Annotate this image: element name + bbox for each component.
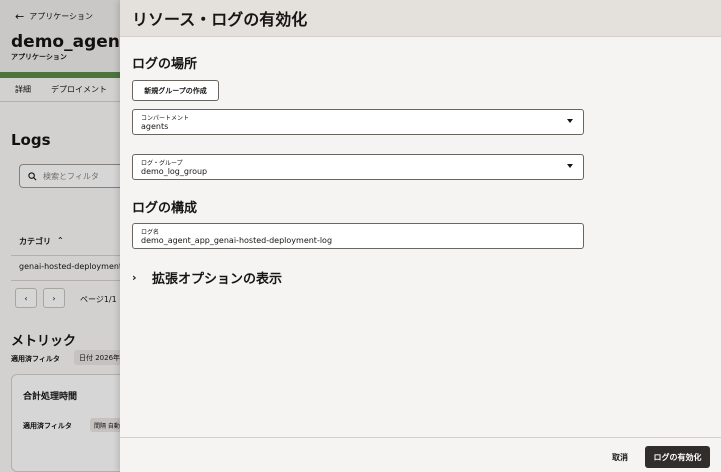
enable-log-drawer: リソース・ログの有効化 ログの場所 新規グループの作成 コンパートメント age…	[120, 0, 721, 472]
cancel-button[interactable]: 取消	[606, 447, 634, 467]
advanced-options-toggle[interactable]: › 拡張オプションの表示	[132, 268, 282, 287]
log-name-value: demo_agent_app_genai-hosted-deployment-l…	[141, 236, 333, 245]
log-group-label: ログ・グループ	[141, 160, 183, 167]
log-group-value: demo_log_group	[141, 167, 208, 176]
caret-down-icon	[567, 164, 573, 168]
caret-down-icon	[567, 119, 573, 123]
compartment-value: agents	[141, 122, 169, 131]
drawer-header: リソース・ログの有効化	[120, 0, 721, 37]
advanced-options-label: 拡張オプションの表示	[152, 272, 283, 287]
log-name-label: ログ名	[141, 229, 160, 236]
drawer-footer: 取消 ログの有効化	[120, 437, 721, 472]
create-new-group-button[interactable]: 新規グループの作成	[132, 80, 219, 101]
compartment-label: コンパートメント	[141, 115, 190, 122]
log-config-heading: ログの構成	[132, 201, 198, 216]
log-name-input[interactable]: ログ名 demo_agent_app_genai-hosted-deployme…	[132, 223, 584, 249]
log-group-select[interactable]: ログ・グループ demo_log_group	[132, 154, 584, 180]
compartment-select[interactable]: コンパートメント agents	[132, 109, 584, 135]
log-location-heading: ログの場所	[132, 57, 198, 72]
chevron-right-icon: ›	[132, 271, 137, 284]
drawer-title: リソース・ログの有効化	[132, 10, 308, 29]
enable-log-button[interactable]: ログの有効化	[645, 446, 710, 468]
